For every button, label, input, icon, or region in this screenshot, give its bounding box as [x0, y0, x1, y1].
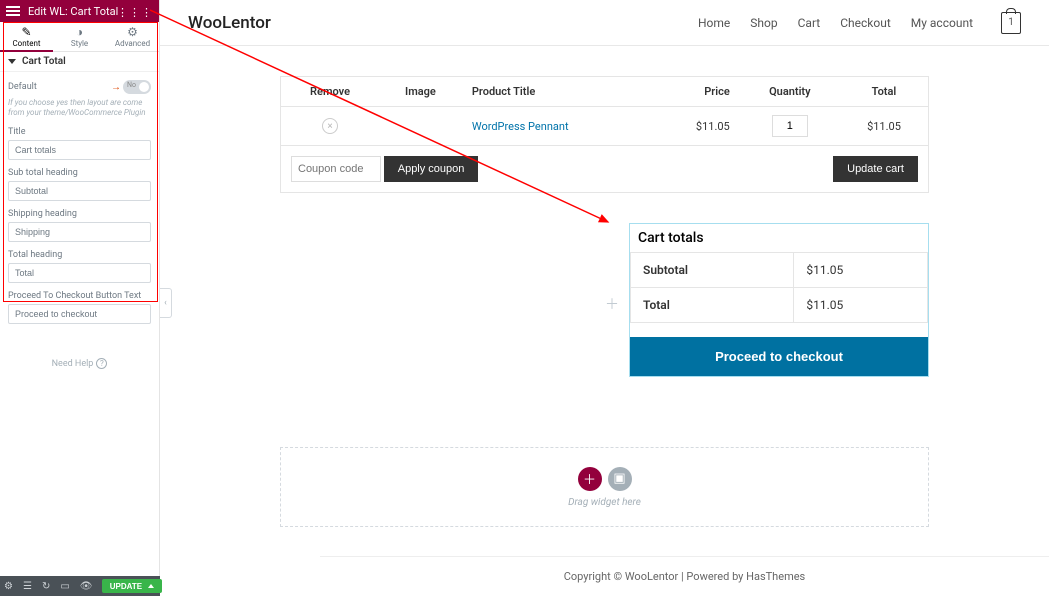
add-widget-icon[interactable]: ＋	[578, 467, 602, 491]
product-image-cell	[379, 107, 462, 146]
apps-icon[interactable]: ⋮⋮⋮	[117, 6, 153, 19]
collapse-handle[interactable]: ‹	[160, 288, 172, 318]
price-cell: $11.05	[652, 107, 740, 146]
nav-cart[interactable]: Cart	[798, 16, 821, 30]
cart-table: Remove Image Product Title Price Quantit…	[280, 76, 929, 193]
col-remove: Remove	[281, 77, 380, 107]
drop-zone-text: Drag widget here	[568, 497, 641, 508]
sidebar-tabs: ✎Content ◑Style ⚙Advanced	[0, 22, 159, 52]
total-value: $11.05	[794, 288, 928, 323]
default-toggle[interactable]: No	[123, 80, 151, 94]
total-label: Total	[631, 288, 794, 323]
coupon-input[interactable]	[291, 156, 381, 182]
responsive-icon[interactable]: ▭	[60, 581, 69, 592]
col-qty: Quantity	[740, 77, 840, 107]
tab-style[interactable]: ◑Style	[53, 22, 106, 51]
total-field-input[interactable]	[8, 263, 151, 283]
settings-icon[interactable]: ⚙	[4, 581, 13, 592]
default-label: Default	[8, 82, 37, 92]
cart-totals-widget: Cart totals Subtotal$11.05 Total$11.05 P…	[629, 223, 929, 377]
store-header: WooLentor Home Shop Cart Checkout My acc…	[160, 0, 1049, 46]
qty-input[interactable]	[772, 115, 808, 137]
drop-zone[interactable]: ＋ ▣ Drag widget here	[280, 447, 929, 527]
cart-bag-icon[interactable]: 1	[1001, 12, 1021, 34]
preview-canvas: WooLentor Home Shop Cart Checkout My acc…	[160, 0, 1049, 596]
help-icon: ?	[96, 358, 107, 369]
tab-advanced[interactable]: ⚙Advanced	[106, 22, 159, 51]
title-field-label: Title	[8, 127, 151, 137]
store-nav: Home Shop Cart Checkout My account 1	[698, 12, 1021, 34]
nav-account[interactable]: My account	[911, 16, 973, 30]
preview-icon[interactable]: 👁	[80, 581, 92, 592]
folder-icon[interactable]: ▣	[608, 467, 632, 491]
update-button[interactable]: UPDATE	[102, 579, 162, 593]
hint-text: If you choose yes then layout are come f…	[8, 98, 151, 119]
need-help[interactable]: Need Help?	[8, 358, 151, 369]
checkout-field-label: Proceed To Checkout Button Text	[8, 291, 151, 301]
sidebar-header: Edit WL: Cart Total ⋮⋮⋮	[0, 0, 159, 22]
table-actions: Apply coupon Update cart	[281, 146, 929, 193]
nav-shop[interactable]: Shop	[750, 16, 777, 30]
add-section-icon[interactable]: ＋	[605, 294, 619, 314]
subtotal-value: $11.05	[794, 253, 928, 288]
subtotal-field-input[interactable]	[8, 181, 151, 201]
totals-table: Subtotal$11.05 Total$11.05	[630, 252, 928, 323]
editor-sidebar: Edit WL: Cart Total ⋮⋮⋮ ✎Content ◑Style …	[0, 0, 160, 596]
col-title: Product Title	[462, 77, 652, 107]
page-content: Remove Image Product Title Price Quantit…	[160, 46, 1049, 397]
sidebar-title: Edit WL: Cart Total	[28, 5, 118, 18]
total-field-label: Total heading	[8, 250, 151, 260]
menu-icon[interactable]	[6, 6, 20, 16]
store-logo: WooLentor	[188, 13, 271, 33]
product-link[interactable]: WordPress Pennant	[472, 120, 569, 133]
sidebar-footer: ⚙ ☰ ↻ ▭ 👁 UPDATE	[0, 576, 160, 596]
caret-down-icon	[8, 59, 16, 64]
shipping-field-input[interactable]	[8, 222, 151, 242]
store-footer: Copyright © WooLentor | Powered by HasTh…	[320, 556, 1049, 596]
revisions-icon[interactable]: ☰	[23, 581, 32, 592]
totals-title: Cart totals	[630, 224, 928, 252]
history-icon[interactable]: ↻	[42, 581, 50, 592]
col-image: Image	[379, 77, 462, 107]
table-row: × WordPress Pennant $11.05 $11.05	[281, 107, 929, 146]
shipping-field-label: Shipping heading	[8, 209, 151, 219]
subtotal-field-label: Sub total heading	[8, 168, 151, 178]
panel-body: Default → No If you choose yes then layo…	[0, 72, 159, 377]
col-price: Price	[652, 77, 740, 107]
subtotal-label: Subtotal	[631, 253, 794, 288]
proceed-checkout-button[interactable]: Proceed to checkout	[630, 337, 928, 376]
pencil-icon: ✎	[21, 26, 31, 38]
update-cart-button[interactable]: Update cart	[833, 156, 918, 182]
caret-up-icon	[148, 584, 154, 588]
tab-content[interactable]: ✎Content	[0, 22, 53, 51]
row-total-cell: $11.05	[840, 107, 929, 146]
checkout-field-input[interactable]	[8, 304, 151, 324]
gear-icon: ⚙	[127, 26, 138, 38]
nav-home[interactable]: Home	[698, 16, 730, 30]
col-total: Total	[840, 77, 929, 107]
arrow-right-icon: →	[111, 82, 121, 93]
panel-header[interactable]: Cart Total	[0, 52, 159, 72]
remove-item-button[interactable]: ×	[322, 118, 338, 134]
apply-coupon-button[interactable]: Apply coupon	[384, 156, 479, 182]
nav-checkout[interactable]: Checkout	[840, 16, 891, 30]
style-icon: ◑	[76, 26, 83, 38]
title-field-input[interactable]	[8, 140, 151, 160]
